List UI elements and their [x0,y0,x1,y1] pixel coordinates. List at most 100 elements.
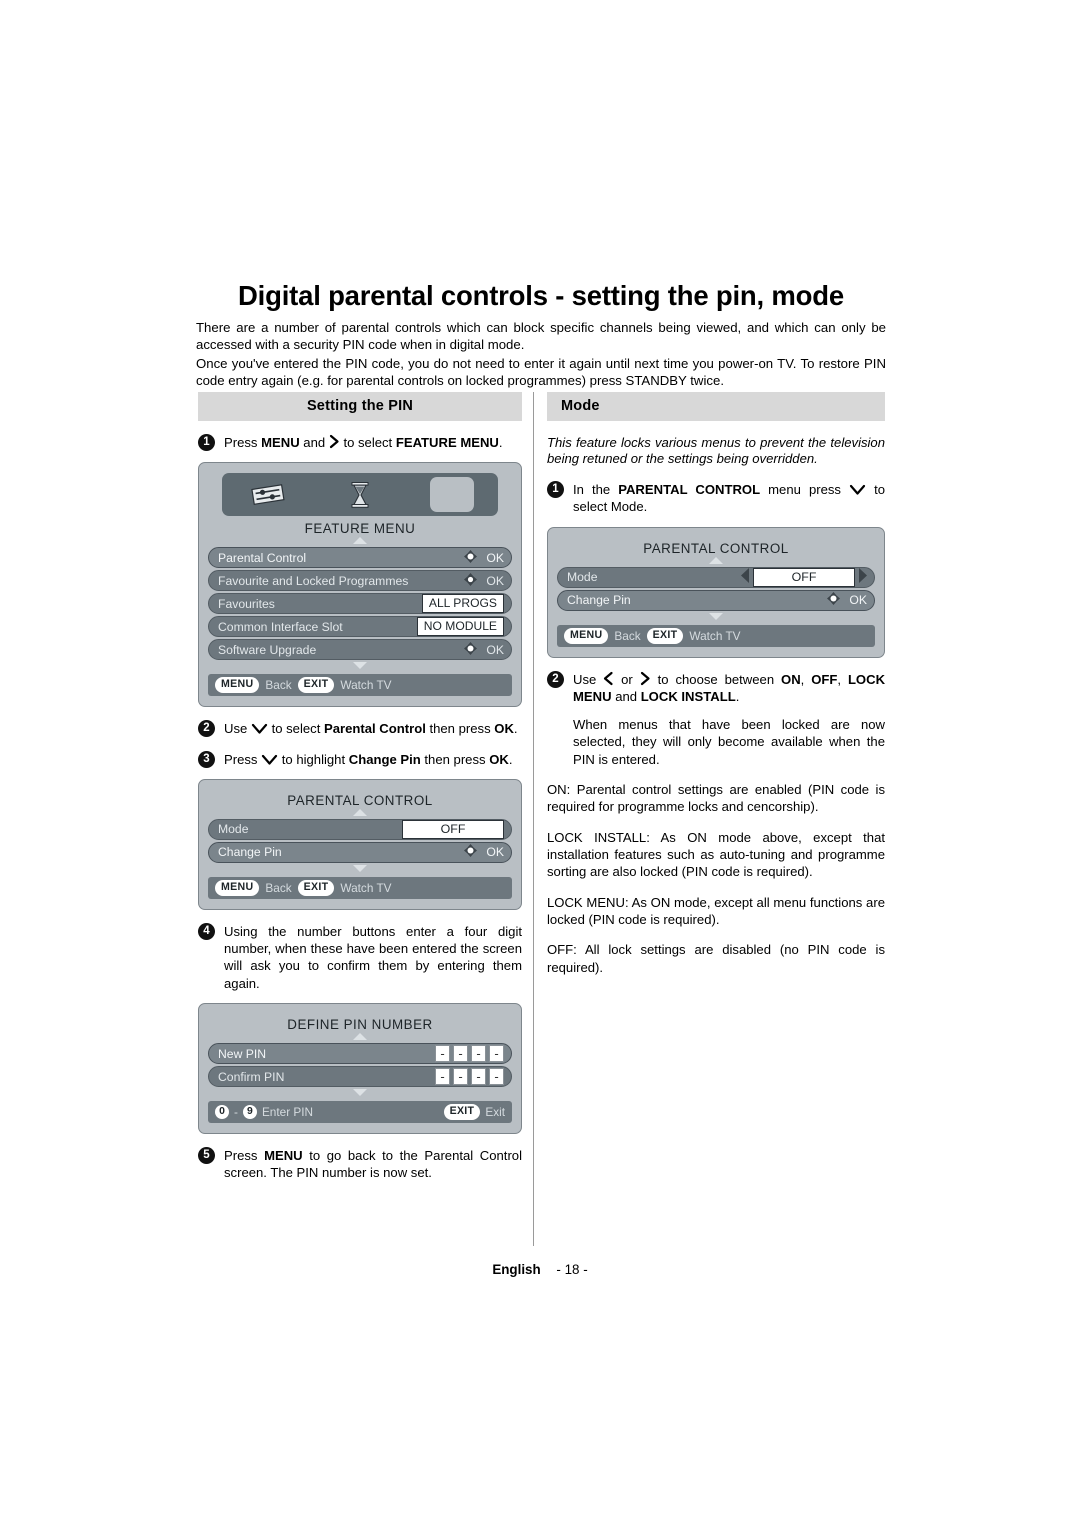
left-step-5: 5 Press MENU to go back to the Parental … [198,1147,522,1182]
step-4-text: Using the number buttons enter a four di… [224,923,522,991]
chevron-left-icon [603,671,614,686]
menu-key-action: Back [265,678,292,693]
osd-row[interactable]: Confirm PIN - - - - [208,1066,512,1088]
digit-key-from[interactable]: 0 [215,1105,229,1120]
right-step-2: 2 Use or to choose between ON, OFF, LOCK… [547,670,886,706]
menu-key-action: Back [614,628,641,643]
mode-selector[interactable]: OFF [741,567,867,587]
parental-control-osd-left: PARENTAL CONTROL Mode OFF Change Pin OK … [198,778,522,910]
row-label: Favourites [218,596,275,611]
row-label: Confirm PIN [218,1069,285,1084]
dpad-icon [464,641,478,658]
pin-digit: - [435,1068,450,1086]
osd-row[interactable]: Mode OFF [557,566,875,588]
intro-paragraph-1: There are a number of parental controls … [196,320,886,352]
row-ok-label: OK [486,845,504,860]
osd-row[interactable]: Favourites ALL PROGS [208,593,512,615]
exit-key[interactable]: EXIT [443,1104,481,1121]
mode-value: OFF [402,819,504,839]
osd-row[interactable]: Change Pin OK [208,841,512,863]
dpad-icon [464,844,478,860]
step-2-text-after: to choose between ON, OFF, LOCK MENU and… [573,671,886,704]
exit-key[interactable]: EXIT [297,879,335,896]
pin-digit: - [489,1068,504,1086]
osd-row[interactable]: Software Upgrade OK [208,639,512,661]
step-number-2: 2 [198,720,215,738]
row-value-box: NO MODULE [416,617,504,637]
confirm-pin-digits[interactable]: - - - - [435,1068,504,1086]
row-value: OK [464,549,504,566]
left-step-3: 3 Press to highlight Change Pin then pre… [198,750,522,768]
row-ok-label: OK [486,642,504,657]
digit-key-to[interactable]: 9 [242,1105,257,1120]
row-label: Mode [218,822,249,837]
parental-control-title: PARENTAL CONTROL [643,540,789,556]
footer-page-number: - 18 - [556,1262,588,1277]
left-step-1: 1 Press MENU and to select FEATURE MENU. [198,434,522,451]
osd-footer-bar: MENU Back EXIT Watch TV [557,624,875,647]
row-value: OK [464,572,504,589]
hourglass-icon[interactable] [314,481,406,509]
step-5-text: Press MENU to go back to the Parental Co… [224,1148,522,1181]
scroll-down-caret-icon [208,864,512,873]
menu-key[interactable]: MENU [564,627,609,644]
step-3-text-before: Press [224,751,258,767]
right-column: Mode This feature locks various menus to… [547,392,885,989]
chevron-right-icon [640,671,651,686]
right-section-header: Mode [547,392,885,421]
pin-digit: - [453,1045,468,1063]
feature-menu-osd: FEATURE MENU Parental Control OK Favouri… [198,462,522,708]
menu-key[interactable]: MENU [215,677,260,694]
exit-key[interactable]: EXIT [297,677,335,694]
step-1-text-before: Press MENU and [224,435,326,450]
row-value-box: ALL PROGS [421,594,504,614]
arrow-left-icon[interactable] [741,568,750,586]
mode-paragraph-on: ON: Parental control settings are enable… [547,782,885,815]
define-pin-title: DEFINE PIN NUMBER [287,1017,433,1033]
step-number-5: 5 [198,1147,215,1165]
selected-tab-icon[interactable] [406,477,498,513]
menu-key[interactable]: MENU [215,879,260,896]
pin-digit: - [435,1045,450,1063]
menu-key-action: Back [265,880,292,895]
pin-digit: - [471,1045,486,1063]
exit-key[interactable]: EXIT [646,627,684,644]
mode-paragraph-lock-install: LOCK INSTALL: As ON mode above, except t… [547,829,885,880]
row-label: Mode [567,570,598,584]
mode-value: OFF [753,567,855,587]
new-pin-digits[interactable]: - - - - [435,1045,504,1063]
osd-row[interactable]: New PIN - - - - [208,1043,512,1065]
scroll-down-caret-icon [208,662,512,670]
left-step-4: 4 Using the number buttons enter a four … [198,922,522,992]
enter-pin-action: Enter PIN [261,1105,314,1120]
scroll-up-caret-icon [557,556,875,565]
arrow-right-icon[interactable] [858,568,867,586]
osd-row[interactable]: Change Pin OK [557,589,875,611]
step-number-1: 1 [198,434,215,451]
scroll-down-caret-icon [208,1089,512,1097]
row-label: Favourite and Locked Programmes [218,573,409,588]
osd-footer-bar: MENU Back EXIT Watch TV [208,674,512,697]
page-footer: English - 18 - [0,1262,1080,1277]
row-label: Software Upgrade [218,642,317,657]
osd-row[interactable]: Common Interface Slot NO MODULE [208,616,512,638]
sliders-icon[interactable] [222,483,314,507]
exit-key-action: Exit [485,1105,505,1120]
osd-row[interactable]: Parental Control OK [208,547,512,569]
step-2-text-mid: or [621,671,633,687]
chevron-down-icon [251,723,268,735]
exit-key-action: Watch TV [340,880,392,895]
osd-row[interactable]: Mode OFF [208,818,512,840]
define-pin-osd: DEFINE PIN NUMBER New PIN - - - - Confir… [198,1003,522,1135]
step-2-text-before: Use [573,671,597,687]
osd-row[interactable]: Favourite and Locked Programmes OK [208,570,512,592]
dpad-icon [464,572,478,589]
row-value: OK [827,592,867,608]
row-label: New PIN [218,1046,267,1061]
osd-footer-bar: 0 - 9 Enter PIN EXIT Exit [208,1101,512,1124]
exit-key-action: Watch TV [340,678,392,693]
osd-icon-bar [222,473,498,517]
scroll-up-caret-icon [208,1033,512,1041]
step-1-text-before: In the PARENTAL CONTROL menu press [573,481,841,497]
left-step-2: 2 Use to select Parental Control then pr… [198,720,522,738]
